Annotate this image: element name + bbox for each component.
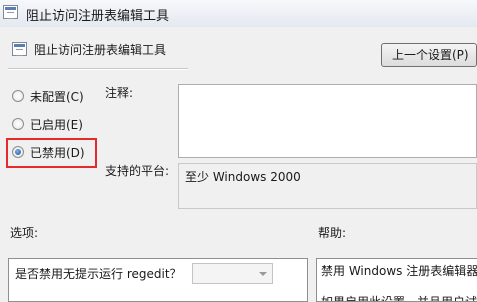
radio-label: 已启用(E) xyxy=(30,117,83,132)
help-text-line: 如果启用此设置，并且用户试 xyxy=(321,295,477,302)
chevron-down-icon xyxy=(259,272,267,276)
regedit-option-label: 是否禁用无提示运行 regedit？ xyxy=(15,267,182,281)
radio-button[interactable] xyxy=(12,90,24,102)
help-panel: 禁用 Windows 注册表编辑器 如果启用此设置，并且用户试 xyxy=(316,258,477,302)
radio-button[interactable] xyxy=(12,118,24,130)
divider xyxy=(8,68,188,70)
comment-textarea[interactable] xyxy=(178,84,477,158)
platform-label: 支持的平台: xyxy=(105,164,170,178)
policy-settings-icon xyxy=(12,42,27,56)
comment-label: 注释: xyxy=(105,86,134,100)
options-section-label: 选项: xyxy=(10,226,39,240)
radio-label: 未配置(C) xyxy=(30,89,84,104)
platform-value: 至少 Windows 2000 xyxy=(185,170,301,184)
radio-not-configured[interactable]: 未配置(C) xyxy=(12,87,84,105)
options-panel: 是否禁用无提示运行 regedit？ xyxy=(8,258,308,302)
policy-settings-icon xyxy=(3,5,18,19)
radio-enabled[interactable]: 已启用(E) xyxy=(12,115,83,133)
previous-setting-button[interactable]: 上一个设置(P) xyxy=(381,43,477,67)
highlight-annotation xyxy=(6,138,97,168)
platform-box: 至少 Windows 2000 xyxy=(178,163,477,209)
help-section-label: 帮助: xyxy=(318,226,347,240)
regedit-option-dropdown[interactable] xyxy=(192,263,273,284)
title-bar: 阻止访问注册表编辑工具 xyxy=(0,0,477,27)
setting-name: 阻止访问注册表编辑工具 xyxy=(34,43,167,57)
window-title: 阻止访问注册表编辑工具 xyxy=(26,9,170,24)
help-text-line: 禁用 Windows 注册表编辑器 xyxy=(321,264,477,278)
